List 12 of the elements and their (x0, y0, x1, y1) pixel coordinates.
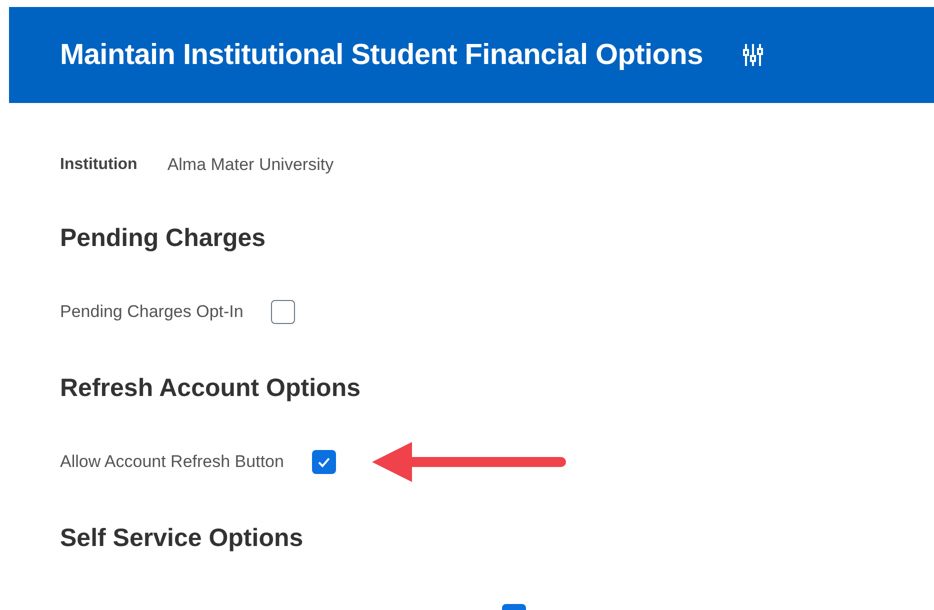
checkbox[interactable] (312, 450, 336, 474)
field-label: Pending Charges Opt-In (60, 302, 244, 322)
check-icon (316, 456, 331, 468)
page-title: Maintain Institutional Student Financial Options (60, 38, 703, 72)
checkbox[interactable] (271, 300, 296, 324)
section-heading: Refresh Account Options (60, 373, 362, 403)
settings-icon[interactable] (742, 43, 763, 67)
field-value: Alma Mater University (167, 155, 334, 175)
section-heading: Pending Charges (60, 223, 267, 253)
section-heading: Self Service Options (60, 523, 304, 553)
field-label: Institution (60, 156, 138, 174)
field-label: Allow Account Refresh Button (60, 452, 284, 472)
